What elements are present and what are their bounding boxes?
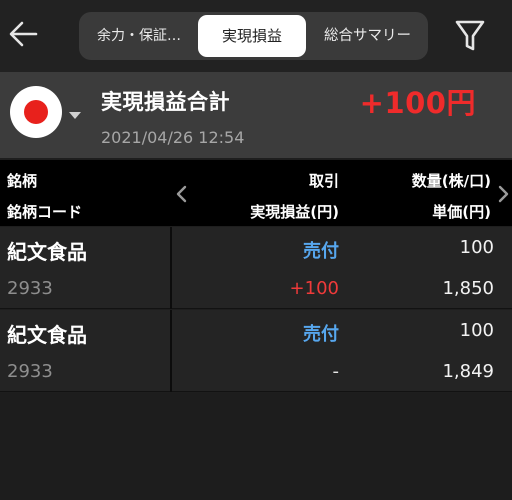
chevron-down-icon[interactable] xyxy=(69,112,81,119)
realized-pnl-summary: 実現損益合計 2021/04/26 12:54 +100円 xyxy=(0,72,512,158)
back-button[interactable] xyxy=(6,14,42,54)
realized-pnl-value: +100 xyxy=(289,278,339,299)
quantity-value: 100 xyxy=(459,237,494,258)
tab-bar: 余力・保証… 実現損益 総合サマリー xyxy=(79,12,428,60)
trade-side: 売付 xyxy=(303,241,339,262)
header-unit-price: 単価(円) xyxy=(432,203,491,221)
tab-realized-pnl[interactable]: 実現損益 xyxy=(198,15,306,57)
chevron-right-icon[interactable] xyxy=(497,185,511,203)
summary-title: 実現損益合計 xyxy=(101,90,230,114)
summary-total-value: +100円 xyxy=(359,86,476,120)
japan-flag-icon[interactable] xyxy=(10,86,62,138)
stock-name: 紀文食品 xyxy=(7,323,87,347)
stock-name: 紀文食品 xyxy=(7,240,87,264)
header-stock-code: 銘柄コード xyxy=(7,203,83,221)
table-header: 銘柄 銘柄コード 取引 実現損益(円) 数量(株/口) 単価(円) xyxy=(0,160,512,226)
filter-funnel-icon xyxy=(455,20,485,51)
empty-area xyxy=(0,393,512,500)
stock-code: 2933 xyxy=(7,278,53,299)
header-trade: 取引 xyxy=(308,172,339,190)
quantity-value: 100 xyxy=(459,320,494,341)
table-row[interactable]: 紀文食品 2933 売付 +100 100 1,850 xyxy=(0,227,512,309)
trade-side: 売付 xyxy=(303,324,339,345)
unit-price-value: 1,849 xyxy=(442,361,494,382)
summary-timestamp: 2021/04/26 12:54 xyxy=(101,128,245,147)
stock-code: 2933 xyxy=(7,361,53,382)
realized-pnl-value: - xyxy=(332,361,340,382)
top-bar: 余力・保証… 実現損益 総合サマリー xyxy=(0,0,512,72)
header-quantity: 数量(株/口) xyxy=(411,172,491,190)
arrow-left-icon xyxy=(9,21,38,47)
chevron-left-icon[interactable] xyxy=(174,185,188,203)
header-stock: 銘柄 xyxy=(7,172,38,190)
tab-overall-summary[interactable]: 総合サマリー xyxy=(309,12,426,60)
header-realized-pnl: 実現損益(円) xyxy=(250,203,339,221)
table-row[interactable]: 紀文食品 2933 売付 - 100 1,849 xyxy=(0,310,512,392)
unit-price-value: 1,850 xyxy=(442,278,494,299)
filter-button[interactable] xyxy=(452,16,488,56)
tab-margin-guarantee[interactable]: 余力・保証… xyxy=(83,12,195,60)
